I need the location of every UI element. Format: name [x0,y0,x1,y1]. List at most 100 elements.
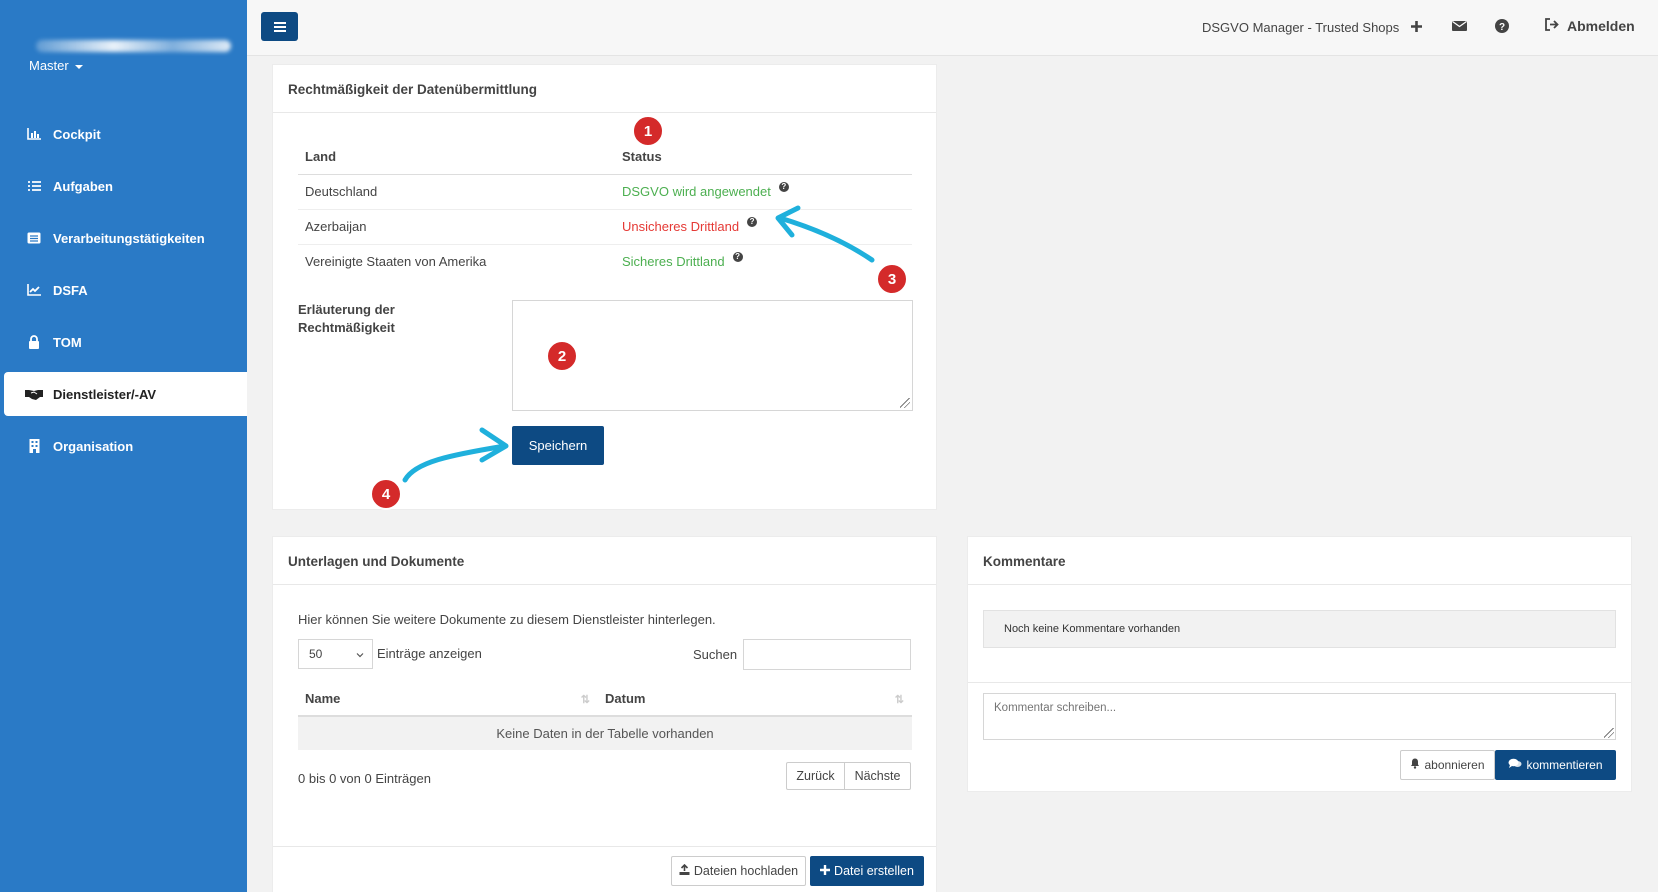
sidebar-item-label: DSFA [53,282,88,298]
column-header-status: Status [622,149,662,165]
hamburger-icon [273,25,286,28]
chart-line-icon [25,283,43,297]
table-row: Azerbaijan Unsicheres Drittland? [298,209,912,244]
sidebar-item-tom[interactable]: TOM [4,320,247,364]
sidebar-item-verarbeitung[interactable]: Verarbeitungstätigkeiten [4,216,247,260]
annotation-badge: 3 [876,263,908,295]
sign-out-icon [1544,18,1559,34]
sidebar-item-label: Dienstleister/-AV [53,386,157,402]
panel-divider [968,682,1631,683]
status-cell: Unsicheres Drittland [622,219,740,234]
panel-title: Unterlagen und Dokumente [273,537,936,585]
comment-input[interactable] [983,693,1616,740]
sidebar-item-label: Organisation [53,438,134,454]
envelope-icon[interactable] [1450,17,1468,35]
table-row: Keine Daten in der Tabelle vorhanden [298,716,912,750]
table-row: Vereinigte Staaten von Amerika Sicheres … [298,244,912,279]
documents-table: Name ⇅ Datum ⇅ Keine Daten in der Tabell… [298,682,912,750]
table-info: 0 bis 0 von 0 Einträgen [298,771,431,786]
lock-icon [25,335,43,349]
page-size-value: 50 [309,647,323,661]
country-cell: Vereinigte Staaten von Amerika [305,254,487,270]
country-cell: Azerbaijan [305,219,367,234]
subscribe-button[interactable]: abonnieren [1400,750,1495,780]
status-cell: Sicheres Drittland [622,254,725,270]
subscribe-label: abonnieren [1424,758,1485,772]
comments-panel: Kommentare Noch keine Kommentare vorhand… [967,536,1632,792]
logout-button[interactable]: Abmelden [1544,18,1635,34]
country-status-table: Land Status Deutschland DSGVO wird angew… [298,140,912,279]
sidebar-item-cockpit[interactable]: Cockpit [4,112,247,156]
entries-label: Einträge anzeigen [377,646,482,661]
resize-handle-icon[interactable] [1604,728,1614,738]
sidebar-item-dienstleister[interactable]: Dienstleister/-AV [4,372,247,416]
sidebar-item-label: Aufgaben [53,178,113,194]
empty-table-message: Keine Daten in der Tabelle vorhanden [496,726,714,741]
annotation-badge: 1 [632,115,664,147]
sort-icon: ⇅ [894,694,904,706]
sidebar-item-aufgaben[interactable]: Aufgaben [4,164,247,208]
question-circle-icon[interactable]: ? [747,217,758,227]
question-circle-icon[interactable]: ? [732,252,743,263]
chevron-down-icon [356,648,364,662]
menu-toggle-button[interactable] [261,12,298,41]
status-cell: DSGVO wird angewendet [622,184,771,199]
plus-icon[interactable] [1407,17,1425,35]
comment-submit-label: kommentieren [1526,758,1603,772]
column-header-date[interactable]: Datum ⇅ [598,682,912,716]
sidebar-item-label: TOM [53,334,82,350]
resize-handle-icon[interactable] [900,398,910,408]
country-cell: Deutschland [305,184,378,199]
list-icon [25,179,43,193]
search-input[interactable] [743,639,911,670]
comments-icon [1508,758,1522,772]
upload-files-label: Dateien hochladen [693,864,799,878]
sidebar-item-organisation[interactable]: Organisation [4,424,247,468]
sidebar: Master Cockpit Aufgaben Verarbeitungstät… [0,0,247,892]
table-row: Deutschland DSGVO wird angewendet? [298,174,912,209]
documents-description: Hier können Sie weitere Dokumente zu die… [298,612,716,627]
explanation-label-line-1: Erläuterung der [298,302,395,317]
save-button[interactable]: Speichern [512,426,604,465]
handshake-icon [25,387,43,401]
app-title-link[interactable]: DSGVO Manager - Trusted Shops [1202,20,1399,35]
master-label: Master [29,58,69,73]
previous-page-button[interactable]: Zurück [786,762,845,790]
plus-icon [820,864,831,878]
top-bar: DSGVO Manager - Trusted Shops ? Abmelden [247,0,1658,56]
panel-title: Kommentare [968,537,1631,585]
page-size-select[interactable]: 50 [298,639,373,669]
upload-files-button[interactable]: Dateien hochladen [671,856,806,886]
annotation-badge: 2 [546,340,578,372]
explanation-label: Erläuterung der Rechtmäßigkeit [298,301,395,337]
svg-text:?: ? [1499,22,1505,33]
next-page-button[interactable]: Nächste [844,762,911,790]
legal-transfer-panel: Rechtmäßigkeit der Datenübermittlung Lan… [272,64,937,510]
create-file-label: Datei erstellen [834,864,914,878]
chart-bar-icon [25,127,43,141]
sidebar-item-label: Cockpit [53,126,101,142]
logout-label: Abmelden [1567,18,1635,34]
column-header-country: Land [305,149,337,165]
annotation-badge: 4 [370,478,402,510]
sidebar-item-dsfa[interactable]: DSFA [4,268,247,312]
user-email-blurred [36,40,231,52]
explanation-label-line-2: Rechtmäßigkeit [298,320,395,335]
column-header-name[interactable]: Name ⇅ [298,682,598,716]
create-file-button[interactable]: Datei erstellen [810,856,924,886]
comment-submit-button[interactable]: kommentieren [1495,750,1616,780]
help-icon[interactable]: ? [1493,17,1511,35]
panel-title: Rechtmäßigkeit der Datenübermittlung [273,65,936,113]
sort-icon: ⇅ [580,694,590,706]
search-label: Suchen [693,647,738,662]
panel-footer-divider [273,846,936,847]
sidebar-item-label: Verarbeitungstätigkeiten [53,230,205,246]
building-icon [25,439,43,453]
master-dropdown[interactable]: Master [29,58,83,73]
caret-down-icon [74,64,83,69]
column-header-name-label: Name [305,691,341,706]
bell-icon [1410,758,1420,772]
upload-icon [679,863,690,878]
question-circle-icon[interactable]: ? [778,182,789,192]
column-header-date-label: Datum [605,691,646,706]
